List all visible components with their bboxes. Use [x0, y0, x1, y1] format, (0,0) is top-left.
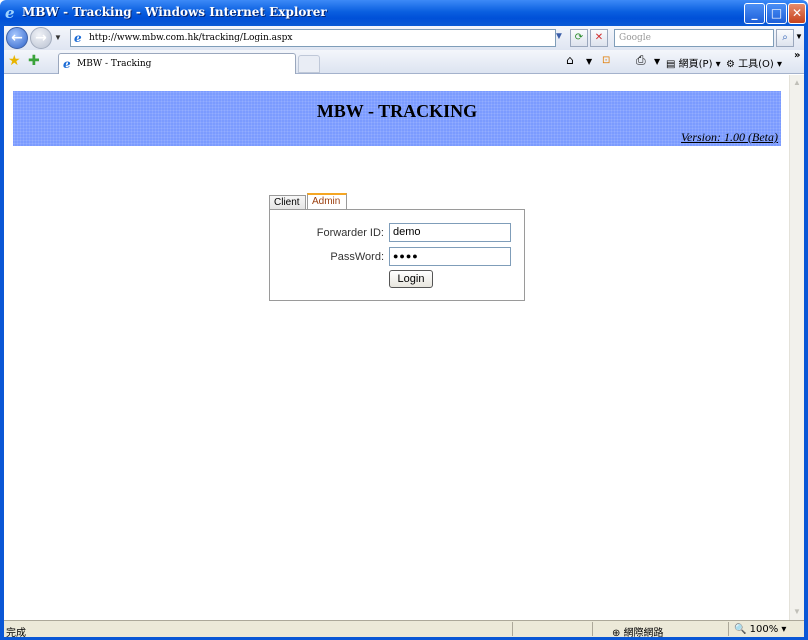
- tab-client[interactable]: Client: [269, 195, 306, 210]
- home-dropdown-icon[interactable]: ▼: [586, 57, 592, 66]
- page-icon: e: [63, 57, 71, 71]
- status-divider: [728, 622, 729, 636]
- version-label: Version: 1.00 (Beta): [681, 130, 778, 144]
- forwarder-id-input[interactable]: demo: [389, 223, 511, 242]
- history-dropdown-icon[interactable]: ▼: [54, 33, 62, 42]
- zoom-control[interactable]: 🔍 100% ▾: [734, 624, 786, 635]
- search-placeholder: Google: [619, 33, 651, 43]
- browser-tab[interactable]: e MBW - Tracking: [58, 53, 296, 74]
- address-url: http://www.mbw.com.hk/tracking/Login.asp…: [89, 33, 293, 43]
- more-chevron-icon[interactable]: »: [794, 50, 800, 61]
- status-divider: [592, 622, 593, 636]
- page-menu-label: 網頁(P): [678, 59, 713, 70]
- tab-admin[interactable]: Admin: [307, 193, 347, 210]
- address-input[interactable]: e http://www.mbw.com.hk/tracking/Login.a…: [70, 29, 556, 47]
- print-icon[interactable]: ⎙: [636, 53, 646, 68]
- add-favorite-icon[interactable]: ✚: [28, 52, 40, 69]
- status-bar: 完成 ⊕ 網際網路 🔍 100% ▾: [4, 620, 804, 639]
- zoom-level: 100%: [749, 624, 779, 635]
- tools-menu-label: 工具(O): [738, 59, 774, 70]
- home-icon[interactable]: ⌂: [566, 53, 574, 67]
- minimize-button[interactable]: _: [744, 3, 765, 24]
- scroll-down-icon[interactable]: ▼: [790, 605, 804, 619]
- window-title: MBW - Tracking - Windows Internet Explor…: [22, 5, 327, 19]
- browser-tab-label: MBW - Tracking: [77, 59, 152, 69]
- scroll-up-icon[interactable]: ▲: [790, 76, 804, 90]
- window-titlebar[interactable]: e MBW - Tracking - Windows Internet Expl…: [0, 0, 808, 26]
- status-divider: [512, 622, 513, 636]
- address-toolbar: ← → ▼ e http://www.mbw.com.hk/tracking/L…: [4, 26, 804, 50]
- login-panel: Forwarder ID: demo PassWord: ●●●● Login: [269, 209, 525, 301]
- window-frame-right: [804, 26, 808, 640]
- maximize-button[interactable]: □: [766, 3, 787, 24]
- forwarder-id-label: Forwarder ID:: [316, 227, 384, 239]
- site-title: MBW - TRACKING: [316, 101, 478, 121]
- back-button[interactable]: ←: [6, 27, 28, 49]
- vertical-scrollbar[interactable]: ▲ ▼: [789, 75, 804, 620]
- page-menu[interactable]: ▤ 網頁(P) ▾: [666, 55, 721, 70]
- search-icon[interactable]: ⌕: [776, 29, 794, 47]
- search-input[interactable]: Google: [614, 29, 774, 47]
- new-tab-button[interactable]: [298, 55, 320, 73]
- refresh-icon[interactable]: ⟳: [570, 29, 588, 47]
- forward-button[interactable]: →: [30, 27, 52, 49]
- page-content: MBW - TRACKING Version: 1.00 (Beta) Clie…: [4, 75, 789, 620]
- close-button[interactable]: ✕: [788, 3, 806, 24]
- tools-menu[interactable]: ⚙ 工具(O) ▾: [726, 55, 782, 70]
- stop-icon[interactable]: ✕: [590, 29, 608, 47]
- search-options-icon[interactable]: ▼: [794, 29, 804, 47]
- login-button[interactable]: Login: [389, 270, 433, 288]
- favorites-star-icon[interactable]: ★: [8, 52, 21, 69]
- password-input[interactable]: ●●●●: [389, 247, 511, 266]
- password-label: PassWord:: [330, 251, 384, 263]
- address-dropdown-icon[interactable]: ▼: [552, 29, 566, 47]
- ie-logo-icon: e: [5, 4, 15, 22]
- rss-feed-icon[interactable]: ⊡: [602, 55, 610, 66]
- print-dropdown-icon[interactable]: ▼: [654, 57, 660, 66]
- tab-toolbar: ★ ✚ e MBW - Tracking ⌂ ▼ ⊡ ⎙ ▼ ▤ 網頁(P) ▾…: [4, 50, 804, 74]
- site-header: MBW - TRACKING Version: 1.00 (Beta): [13, 91, 781, 146]
- page-icon: e: [74, 31, 82, 45]
